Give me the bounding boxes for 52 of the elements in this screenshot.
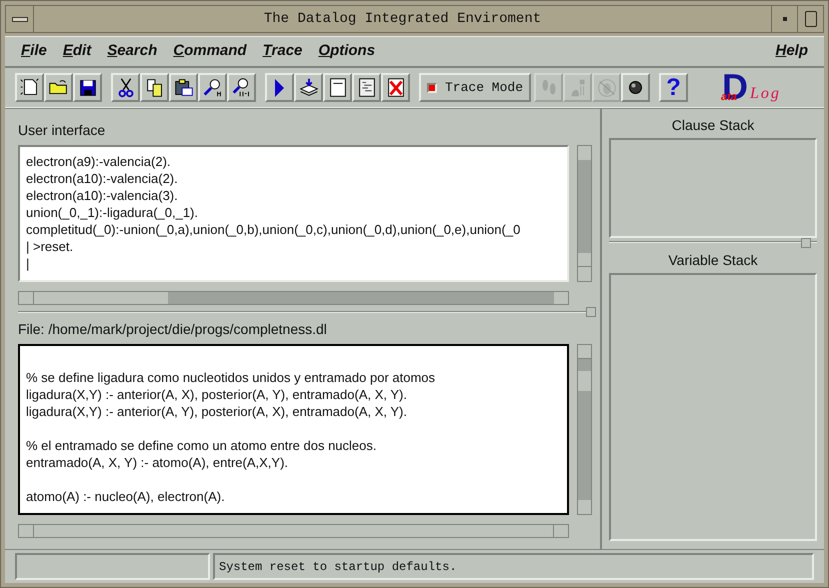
code-line: ligadura(X,Y) :- anterior(A, Y), posterior(A, X), entramado(A, X, Y).: [26, 403, 407, 420]
console-line: completitud(_0):-union(_0,a),union(_0,b),union(_0,c),union(_0,d),union(_0,e),union(_0: [26, 221, 520, 238]
menu-item[interactable]: Trace: [256, 40, 308, 63]
menu-item[interactable]: Options: [312, 40, 382, 63]
toolbar-button[interactable]: [294, 73, 323, 102]
menu-item[interactable]: Search: [101, 40, 164, 63]
file-text-area[interactable]: [18, 344, 569, 515]
code-line: ligadura(X,Y) :- anterior(A, X), posterior(A, Y), entramado(A, X, Y).: [26, 386, 407, 403]
stop-icon: [629, 81, 642, 94]
menu-item[interactable]: Command: [167, 40, 253, 63]
toolbar-button[interactable]: [73, 73, 102, 102]
toolbar-button[interactable]: [169, 73, 198, 102]
toolbar-button[interactable]: [265, 73, 294, 102]
vertical-scrollbar[interactable]: [577, 145, 592, 282]
toolbar-button[interactable]: [140, 73, 169, 102]
menu-item[interactable]: File: [15, 40, 53, 63]
toolbar-button[interactable]: [198, 73, 227, 102]
toolbar-button[interactable]: [381, 73, 410, 102]
window-title: The Datalog Integrated Enviroment: [262, 10, 542, 28]
toolbar-button[interactable]: [44, 73, 73, 102]
pane-sash-handle[interactable]: [586, 307, 596, 317]
file-path-label: File: /home/mark/project/die/progs/completness.dl: [18, 320, 328, 338]
horizontal-scrollbar[interactable]: [18, 291, 569, 305]
horizontal-scrollbar[interactable]: [18, 524, 569, 538]
toolbar-button[interactable]: [323, 73, 352, 102]
code-line: % el entramado se define como un atomo entre dos nucleos.: [26, 437, 376, 454]
console-line: | >reset.: [26, 238, 74, 255]
toolbar-button[interactable]: [621, 73, 650, 102]
console-line: electron(a10):-valencia(2).: [26, 170, 178, 187]
pane-sash-handle[interactable]: [801, 238, 811, 248]
panel-label: Variable Stack: [667, 251, 759, 269]
code-line: % se define ligadura como nucleotidos unidos y entramado por atomos: [26, 369, 436, 386]
panel-label: User interface: [18, 121, 106, 139]
toolbar-button[interactable]: [15, 73, 44, 102]
code-line: entramado(A, X, Y) :- atomo(A), entre(A,X,Y).: [26, 454, 288, 471]
status-message: System reset to startup defaults.: [213, 553, 814, 580]
toolbar-button[interactable]: [227, 73, 256, 102]
code-line: atomo(A) :- nucleo(A), electron(A).: [26, 488, 225, 505]
menu-item[interactable]: Help: [769, 40, 814, 63]
console-line: |: [26, 255, 30, 272]
vertical-scrollbar[interactable]: [577, 344, 592, 515]
console-text-area[interactable]: [18, 145, 569, 282]
toolbar-button[interactable]: [352, 73, 381, 102]
toolbar-button[interactable]: [111, 73, 140, 102]
play-icon: [275, 78, 284, 96]
panel-label: Clause Stack: [670, 116, 756, 134]
trace-mode-toggle[interactable]: Trace Mode: [419, 73, 531, 102]
console-line: union(_0,_1):-ligadura(_0,_1).: [26, 204, 198, 221]
console-line: electron(a10):-valencia(3).: [26, 187, 178, 204]
help-button[interactable]: ?: [659, 73, 688, 102]
console-line: electron(a9):-valencia(2).: [26, 153, 171, 170]
menu-item[interactable]: Edit: [56, 40, 98, 63]
